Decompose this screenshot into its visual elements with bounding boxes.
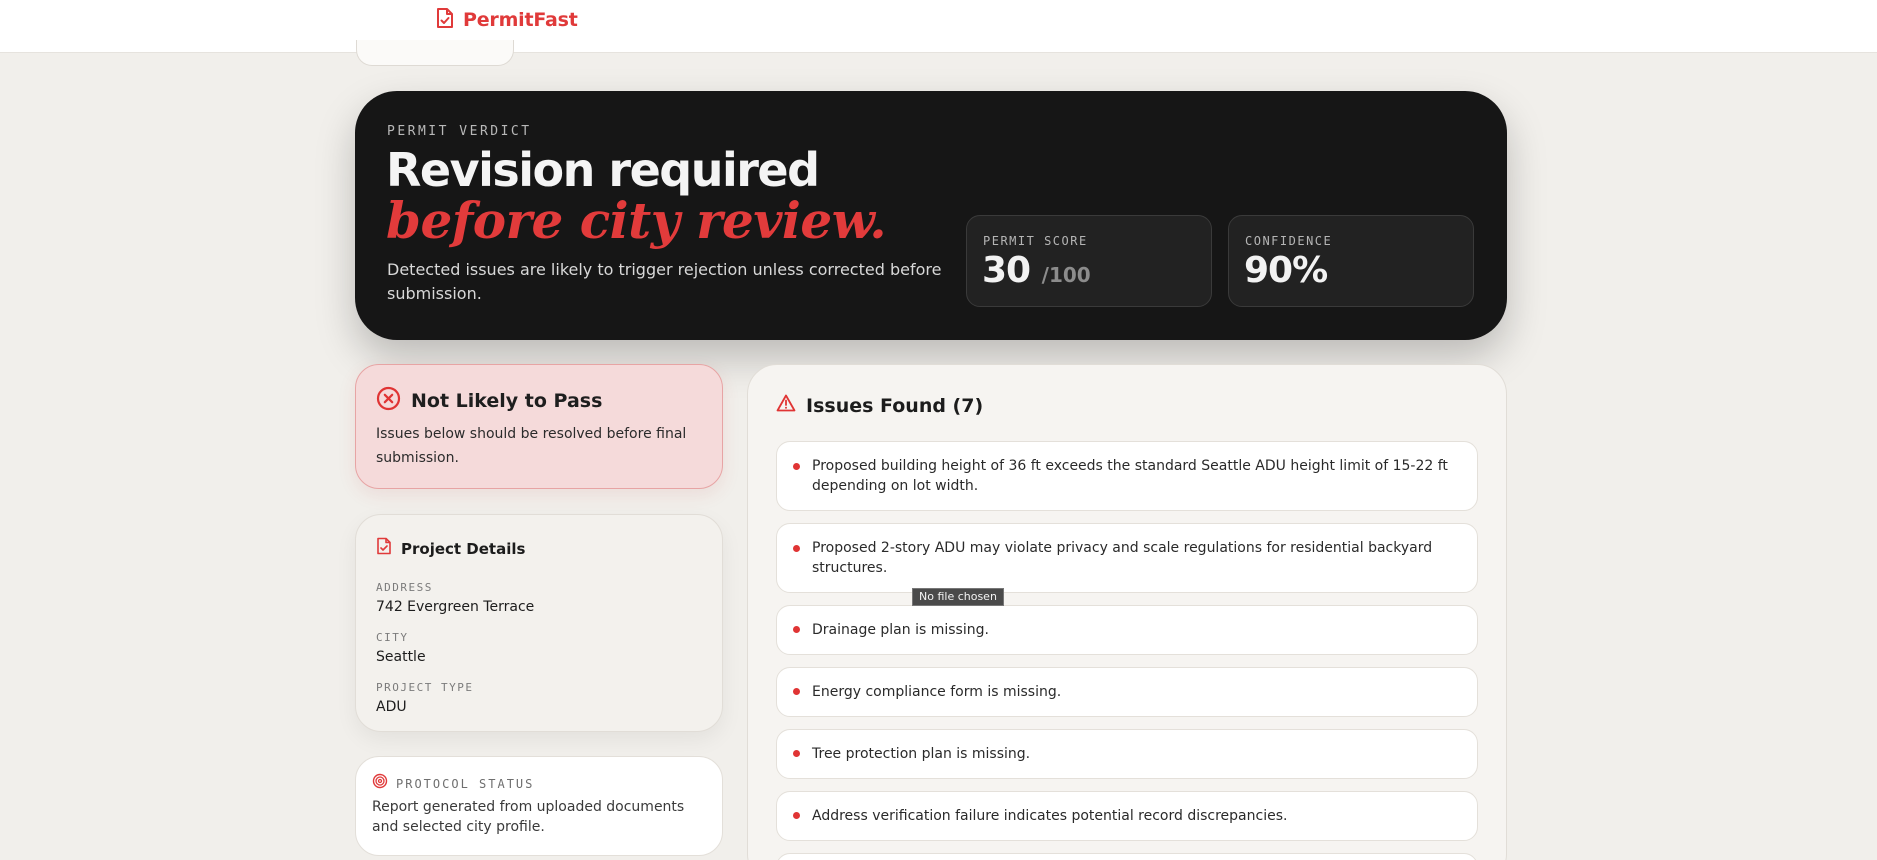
document-check-icon [435,7,455,34]
document-icon [376,537,392,560]
issue-bullet [793,545,800,552]
issue-bullet [793,750,800,757]
issue-bullet [793,626,800,633]
project-type-label: PROJECT TYPE [376,681,474,694]
permit-verdict-panel: PERMIT VERDICT Revision required before … [355,91,1507,340]
brand-name: PermitFast [463,9,578,31]
issue-bullet [793,463,800,470]
issues-panel: Issues Found (7) Proposed building heigh… [747,364,1507,860]
verdict-eyebrow: PERMIT VERDICT [387,124,532,139]
top-nav-bar: PermitFast [0,0,1877,53]
confidence-card: CONFIDENCE 90% [1228,215,1474,307]
protocol-status-text: Report generated from uploaded documents… [372,799,685,835]
address-label: ADDRESS [376,581,433,594]
score-suffix: /100 [1041,263,1091,287]
issue-item: Proposed building height of 36 ft exceed… [776,441,1478,511]
brand-logo-link[interactable]: PermitFast [435,7,578,34]
issue-text: Energy compliance form is missing. [812,684,1062,700]
back-button[interactable] [356,40,514,66]
address-value: 742 Evergreen Terrace [376,599,535,615]
issue-text: Drainage plan is missing. [812,622,989,638]
issue-item: Proposed 2-story ADU may violate privacy… [776,523,1478,593]
issue-item [776,853,1478,860]
issue-text: Proposed 2-story ADU may violate privacy… [812,540,1433,576]
permit-score-label: PERMIT SCORE [983,234,1088,248]
issues-header: Issues Found (7) [776,394,983,417]
project-details-title: Project Details [401,539,526,558]
status-card-header: Not Likely to Pass [376,386,602,416]
status-card: Not Likely to Pass Issues below should b… [355,364,723,489]
project-details-header: Project Details [376,537,525,560]
status-card-title: Not Likely to Pass [411,390,603,412]
issue-text: Proposed building height of 36 ft exceed… [812,458,1448,494]
issue-item: Drainage plan is missing. [776,605,1478,655]
issue-text: Tree protection plan is missing. [812,746,1031,762]
verdict-title: Revision required [386,143,820,197]
project-type-value: ADU [376,699,407,715]
verdict-description: Detected issues are likely to trigger re… [387,260,942,303]
issue-item: Address verification failure indicates p… [776,791,1478,841]
verdict-subtitle: before city review. [386,191,887,250]
issue-item: Energy compliance form is missing. [776,667,1478,717]
score-number: 30 [982,250,1031,291]
protocol-status-card: PROTOCOL STATUS Report generated from up… [355,756,723,856]
project-details-card: Project Details ADDRESS 742 Evergreen Te… [355,514,723,732]
confidence-value: 90% [1244,250,1328,291]
permit-score-value: 30 /100 [982,250,1091,291]
city-value: Seattle [376,649,426,665]
issue-text: Address verification failure indicates p… [812,808,1288,824]
warning-triangle-icon [776,394,796,417]
file-input-tooltip: No file chosen [912,588,1004,606]
city-label: CITY [376,631,409,644]
permit-score-card: PERMIT SCORE 30 /100 [966,215,1212,307]
issues-title: Issues Found (7) [806,394,984,417]
protocol-status-header: PROTOCOL STATUS [372,773,534,794]
status-card-text: Issues below should be resolved before f… [376,426,687,466]
x-circle-icon [376,386,401,416]
issue-bullet [793,812,800,819]
confidence-label: CONFIDENCE [1245,234,1333,248]
protocol-status-title: PROTOCOL STATUS [396,776,535,791]
fingerprint-icon [372,773,388,794]
issue-bullet [793,688,800,695]
issue-item: Tree protection plan is missing. [776,729,1478,779]
